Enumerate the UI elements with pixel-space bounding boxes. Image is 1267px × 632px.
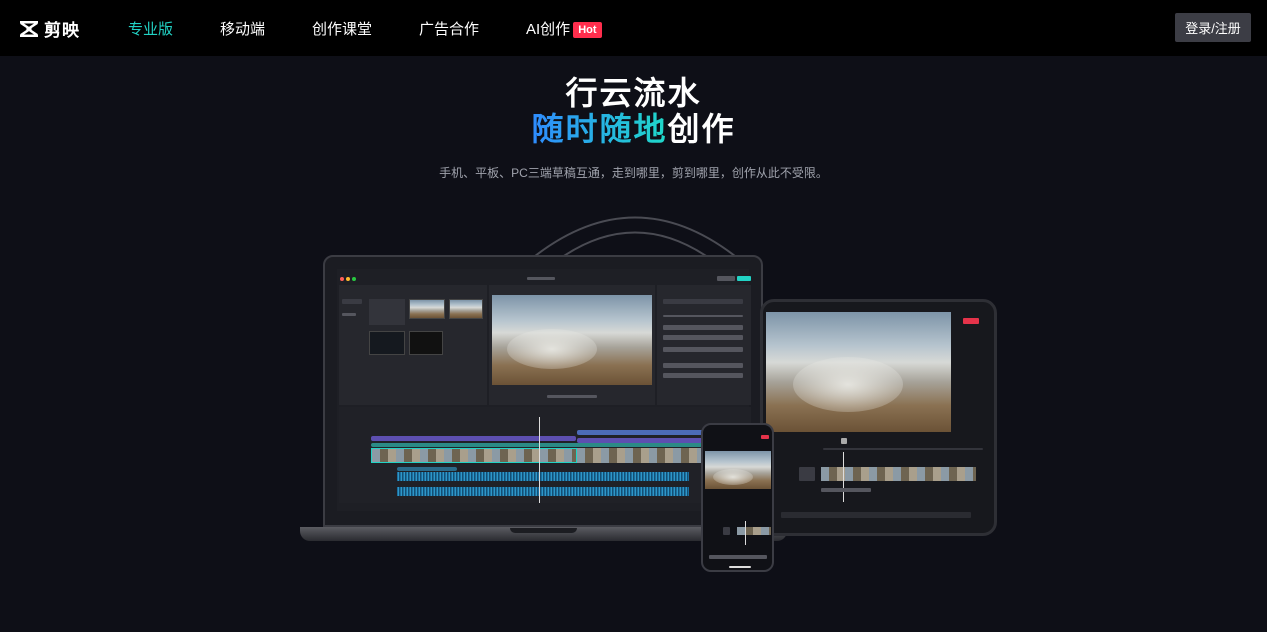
hero-title-highlight: 随时随地 xyxy=(531,111,668,147)
nav-link-courses[interactable]: 创作课堂 xyxy=(312,18,372,39)
capcut-logo-icon xyxy=(20,20,38,37)
logo-text: 剪映 xyxy=(44,21,80,40)
hero-title-rest: 创作 xyxy=(667,111,736,147)
laptop-notch xyxy=(510,528,577,533)
tablet-mockup xyxy=(760,299,997,536)
phone-mockup xyxy=(701,423,774,572)
desktop-editor-ui xyxy=(337,269,751,511)
nav-link-ai-label: AI创作 xyxy=(526,21,571,38)
nav-link-mobile[interactable]: 移动端 xyxy=(220,18,265,39)
logo[interactable]: 剪映 xyxy=(20,16,80,41)
nav-link-pro[interactable]: 专业版 xyxy=(128,18,173,39)
top-nav: 剪映 专业版 移动端 创作课堂 广告合作 AI创作 Hot 登录/注册 xyxy=(0,0,1267,56)
nav-link-ads[interactable]: 广告合作 xyxy=(419,18,479,39)
nav-link-ai[interactable]: AI创作 Hot xyxy=(526,18,602,39)
hot-badge: Hot xyxy=(573,22,602,38)
hero-subtitle: 手机、平板、PC三端草稿互通，走到哪里，剪到哪里，创作从此不受限。 xyxy=(439,166,828,180)
laptop-mockup xyxy=(323,255,763,527)
hero-title-line2: 随时随地创作 xyxy=(0,104,1267,150)
login-button[interactable]: 登录/注册 xyxy=(1175,13,1251,42)
